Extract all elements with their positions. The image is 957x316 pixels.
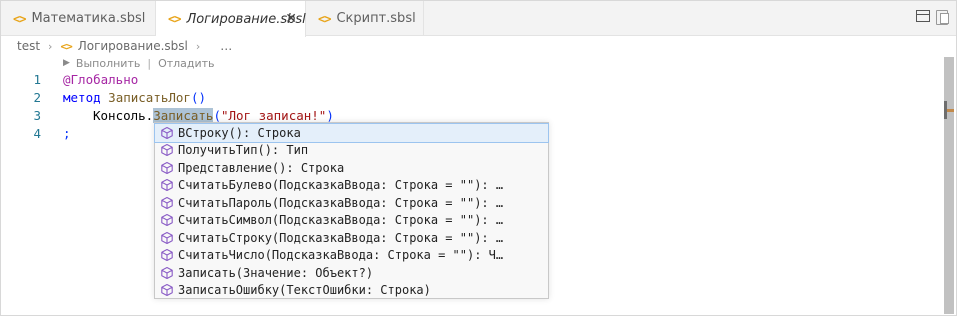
close-icon[interactable]: ✕ <box>285 11 297 27</box>
codelens: ▶ Выполнить | Отладить <box>63 56 215 70</box>
suggestion-item[interactable]: Представление(): Строка <box>155 159 548 177</box>
tab-logirovanie[interactable]: <> Логирование.sbsl ✕ <box>156 1 306 37</box>
line-number: 1 <box>33 72 41 87</box>
object-name: Консоль. <box>93 108 154 123</box>
suggestion-label: ПолучитьТип(): Тип <box>178 143 309 158</box>
run-action[interactable]: Выполнить <box>76 57 140 70</box>
play-icon: ▶ <box>63 58 70 68</box>
method-cube-icon <box>161 266 173 279</box>
suggestion-label: СчитатьБулево(ПодсказкаВвода: Строка = "… <box>178 178 504 193</box>
method-cube-icon <box>161 249 173 262</box>
tab-bar: <> Математика.sbsl <> Логирование.sbsl ✕… <box>1 1 956 37</box>
paren-close: ) <box>326 108 334 123</box>
code-content: метод ЗаписатьЛог() <box>63 89 206 107</box>
suggestion-item[interactable]: ПолучитьТип(): Тип <box>155 142 548 160</box>
breadcrumb: test › <> Логирование.sbsl › … <box>17 38 232 54</box>
paren-open: ( <box>213 108 221 123</box>
tab-label: Скрипт.sbsl <box>336 11 416 26</box>
member-name: Записать <box>153 108 214 123</box>
suggestion-label: ЗаписатьОшибку(ТекстОшибки: Строка) <box>178 283 431 298</box>
chevron-right-icon: › <box>195 39 201 53</box>
suggestion-label: Представление(): Строка <box>178 160 345 175</box>
method-cube-icon <box>161 214 173 227</box>
chevron-right-icon: › <box>48 39 53 53</box>
debug-action[interactable]: Отладить <box>158 57 214 70</box>
suggestion-item[interactable]: ЗаписатьОшибку(ТекстОшибки: Строка) <box>155 282 548 300</box>
code-brackets-icon: <> <box>318 11 331 26</box>
line-number: 4 <box>33 126 41 141</box>
editor-actions <box>916 10 949 25</box>
method-cube-icon <box>161 284 173 297</box>
vertical-scrollbar[interactable] <box>944 57 954 314</box>
code-line: 2 метод ЗаписатьЛог() <box>1 89 945 107</box>
scrollbar-marker <box>944 101 954 119</box>
suggestion-item[interactable]: СчитатьЧисло(ПодсказкаВвода: Строка = ""… <box>155 247 548 265</box>
suggestion-item[interactable]: СчитатьПароль(ПодсказкаВвода: Строка = "… <box>155 194 548 212</box>
code-brackets-icon: <> <box>168 12 181 26</box>
line-number: 3 <box>33 108 41 123</box>
method-cube-icon <box>161 179 173 192</box>
keyword: метод <box>63 90 101 105</box>
code-brackets-icon: <> <box>60 39 72 53</box>
method-cube-icon <box>161 126 173 139</box>
method-cube-icon <box>161 231 173 244</box>
suggestion-item[interactable]: Записать(Значение: Объект?) <box>155 264 548 282</box>
suggestion-label: СчитатьСимвол(ПодсказкаВвода: Строка = "… <box>178 213 504 228</box>
codelens-separator: | <box>147 56 152 70</box>
tab-matematika[interactable]: <> Математика.sbsl <box>1 1 156 36</box>
breadcrumb-more[interactable]: … <box>220 39 232 53</box>
method-cube-icon <box>161 196 173 209</box>
annotation-text: @Глобально <box>63 72 139 87</box>
editor-window: <> Математика.sbsl <> Логирование.sbsl ✕… <box>0 0 957 316</box>
method-name: ЗаписатьЛог <box>108 90 191 105</box>
open-preview-icon[interactable] <box>934 10 949 25</box>
autocomplete-list: ВСтроку(): Строка ПолучитьТип(): Тип Пре… <box>154 122 549 299</box>
breadcrumb-file[interactable]: Логирование.sbsl <box>78 39 188 53</box>
tab-skript[interactable]: <> Скрипт.sbsl <box>306 1 424 36</box>
suggestion-item[interactable]: СчитатьБулево(ПодсказкаВвода: Строка = "… <box>155 177 548 195</box>
method-cube-icon <box>161 144 173 157</box>
code-brackets-icon: <> <box>13 11 26 26</box>
breadcrumb-root[interactable]: test <box>17 39 40 53</box>
suggestion-item[interactable]: СчитатьСтроку(ПодсказкаВвода: Строка = "… <box>155 229 548 247</box>
suggestion-label: ВСтроку(): Строка <box>178 125 301 140</box>
tab-label: Математика.sbsl <box>31 11 146 26</box>
string-literal: "Лог записан!" <box>220 108 327 123</box>
suggestion-label: СчитатьЧисло(ПодсказкаВвода: Строка = ""… <box>178 248 504 263</box>
split-editor-icon[interactable] <box>916 10 930 22</box>
suggestion-label: СчитатьПароль(ПодсказкаВвода: Строка = "… <box>178 195 504 210</box>
suggestion-item[interactable]: ВСтроку(): Строка <box>154 123 549 143</box>
code-line: 1 @Глобально <box>1 71 945 89</box>
code-content: ; <box>63 126 71 141</box>
suggestion-item[interactable]: СчитатьСимвол(ПодсказкаВвода: Строка = "… <box>155 212 548 230</box>
suggestion-label: Записать(Значение: Объект?) <box>178 265 374 280</box>
line-number: 2 <box>33 90 41 105</box>
parens: () <box>190 90 207 105</box>
method-cube-icon <box>161 161 173 174</box>
suggestion-label: СчитатьСтроку(ПодсказкаВвода: Строка = "… <box>178 230 504 245</box>
